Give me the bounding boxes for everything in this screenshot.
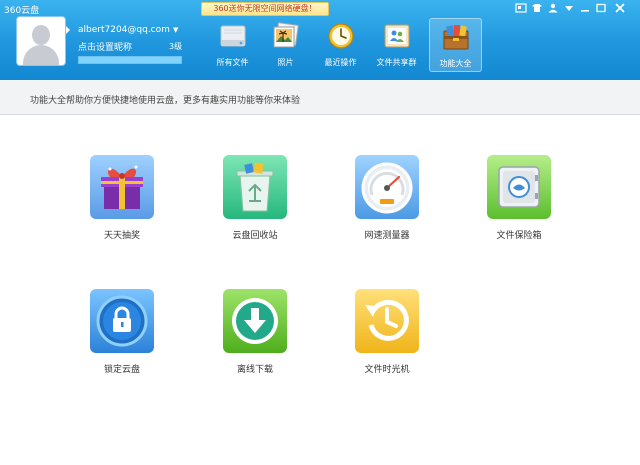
feature-lottery[interactable]: 天天抽奖: [72, 155, 172, 241]
info-text: 功能大全帮助你方便快捷地使用云盘，更多有趣实用功能等你来体验: [30, 96, 301, 106]
feature-recycle-bin[interactable]: 云盘回收站: [205, 155, 305, 241]
share-group-icon: [370, 22, 423, 54]
nav-label: 照片: [277, 58, 294, 67]
feedback-icon[interactable]: [529, 3, 545, 17]
nav-photos[interactable]: 照片: [259, 22, 312, 72]
info-bar: 功能大全帮助你方便快捷地使用云盘，更多有趣实用功能等你来体验: [0, 80, 640, 115]
user-level: 3级: [169, 42, 183, 51]
nav-share-group[interactable]: 文件共享群: [370, 22, 423, 72]
storage-quota-bar: [78, 56, 182, 64]
user-email: albert7204@qq.com: [78, 25, 170, 35]
gift-icon: [90, 155, 154, 219]
feature-time-machine[interactable]: 文件时光机: [337, 289, 437, 375]
window-controls: [513, 3, 631, 17]
clock-icon: [314, 22, 367, 54]
set-nickname-link[interactable]: 点击设置昵称: [78, 40, 132, 53]
feature-offline-download[interactable]: 离线下载: [205, 289, 305, 375]
safe-icon: [487, 155, 551, 219]
speedometer-icon: [355, 155, 419, 219]
feature-label: 文件保险箱: [496, 231, 542, 241]
app-window: 360云盘 360送你无限空间网络硬盘！ albert7204@qq.com ▼…: [0, 0, 640, 465]
feature-label: 离线下载: [236, 365, 273, 375]
lock-icon: [90, 289, 154, 353]
avatar-pointer: [66, 26, 70, 34]
nav-all-features[interactable]: 功能大全: [429, 18, 482, 72]
feature-speed-test[interactable]: 网速测量器: [337, 155, 437, 241]
photo-icon: [259, 22, 312, 54]
feature-label: 网速测量器: [364, 231, 410, 241]
nav-label: 所有文件: [216, 58, 249, 67]
feature-label: 云盘回收站: [232, 231, 278, 241]
feature-label: 锁定云盘: [103, 365, 140, 375]
user-center-icon[interactable]: [545, 3, 561, 17]
avatar-body: [23, 45, 59, 65]
minimize-icon[interactable]: [577, 3, 593, 17]
toolbox-icon: [430, 23, 481, 55]
nav-all-files[interactable]: 所有文件: [206, 22, 259, 72]
nav-label: 最近操作: [324, 58, 357, 67]
drive-icon: [206, 22, 259, 54]
time-machine-icon: [355, 289, 419, 353]
promo-banner[interactable]: 360送你无限空间网络硬盘！: [201, 2, 329, 16]
nav-label: 功能大全: [439, 59, 472, 68]
header-bar: 360云盘 360送你无限空间网络硬盘！ albert7204@qq.com ▼…: [0, 0, 640, 80]
close-icon[interactable]: [609, 3, 631, 17]
account-dropdown-icon[interactable]: ▼: [173, 26, 178, 34]
download-icon: [223, 289, 287, 353]
feature-file-safe[interactable]: 文件保险箱: [469, 155, 569, 241]
avatar-head: [32, 25, 50, 45]
app-title: 360云盘: [4, 6, 40, 16]
storage-quota-fill: [79, 57, 181, 63]
nav-label: 文件共享群: [376, 58, 417, 67]
recycle-bin-icon: [223, 155, 287, 219]
nav-recent[interactable]: 最近操作: [314, 22, 367, 72]
feature-lock-drive[interactable]: 锁定云盘: [72, 289, 172, 375]
maximize-icon[interactable]: [593, 3, 609, 17]
menu-icon[interactable]: [561, 3, 577, 17]
avatar[interactable]: [17, 17, 65, 65]
feature-label: 天天抽奖: [103, 231, 140, 241]
skin-icon[interactable]: [513, 3, 529, 17]
feature-label: 文件时光机: [364, 365, 410, 375]
